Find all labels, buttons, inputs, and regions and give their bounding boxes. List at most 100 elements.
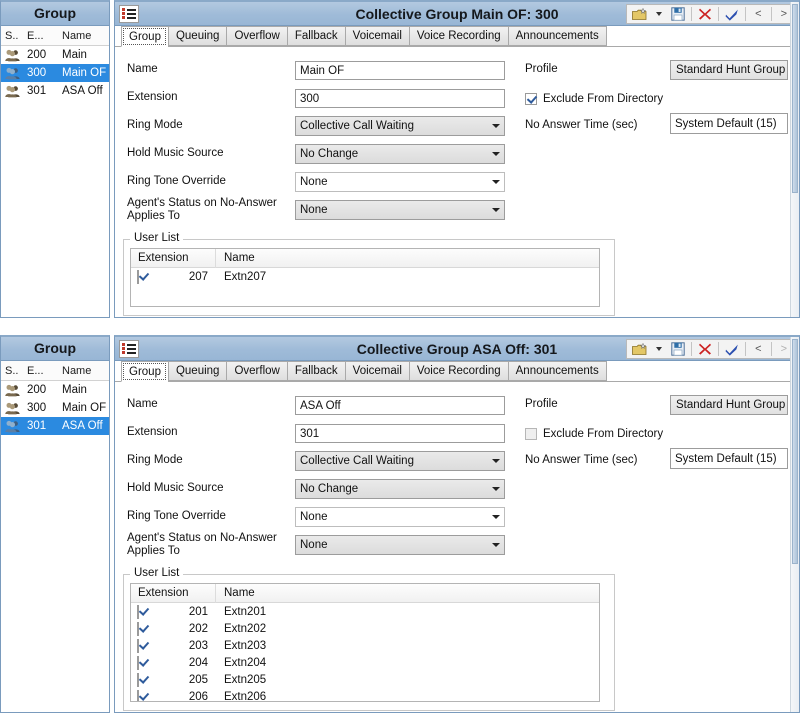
group-config-panel: Group S.. E... Name 200 Main 300 Main OF 301 ASA …: [0, 335, 800, 713]
user-list-checkbox-cell[interactable]: [131, 604, 159, 619]
user-list-table[interactable]: Extension Name 207 Extn207: [130, 248, 600, 307]
delete-button[interactable]: [695, 340, 715, 358]
save-disk-icon[interactable]: [671, 7, 685, 21]
previous-record-button[interactable]: <: [749, 8, 767, 20]
user-list-row[interactable]: 202 Extn202: [131, 620, 599, 637]
new-folder-icon[interactable]: [632, 7, 647, 21]
new-folder-icon[interactable]: [632, 342, 647, 356]
user-list-row[interactable]: 203 Extn203: [131, 637, 599, 654]
ring-tone-override-select[interactable]: None: [295, 172, 505, 192]
tab-queuing[interactable]: Queuing: [167, 26, 227, 46]
sidebar-item-name: Main OF: [62, 67, 107, 79]
profile-button[interactable]: Standard Hunt Group: [670, 395, 788, 415]
chevron-down-icon: [492, 180, 500, 184]
delete-button[interactable]: [695, 5, 715, 23]
sidebar-item-group-200[interactable]: 200 Main: [1, 381, 109, 399]
validate-button[interactable]: [722, 340, 742, 358]
blue-check-icon[interactable]: [725, 343, 739, 356]
name-input[interactable]: ASA Off: [295, 396, 505, 415]
sidebar-item-extension: 301: [27, 420, 47, 432]
agent-status-select[interactable]: None: [295, 535, 505, 555]
save-button[interactable]: [668, 340, 688, 358]
user-enabled-checkbox[interactable]: [137, 689, 139, 701]
new-button[interactable]: [629, 340, 650, 358]
tab-queuing[interactable]: Queuing: [167, 361, 227, 381]
hold-music-source-select[interactable]: No Change: [295, 144, 505, 164]
extension-input[interactable]: 301: [295, 424, 505, 443]
user-list-extension: 207: [188, 270, 208, 283]
red-x-icon[interactable]: [698, 342, 712, 356]
tab-voicemail[interactable]: Voicemail: [344, 361, 409, 381]
tab-voicemail[interactable]: Voicemail: [344, 26, 409, 46]
ring-mode-select[interactable]: Collective Call Waiting: [295, 451, 505, 471]
new-dropdown-button[interactable]: [650, 340, 668, 358]
user-list-row[interactable]: 201 Extn201: [131, 603, 599, 620]
tab-fallback[interactable]: Fallback: [286, 361, 345, 381]
user-list-checkbox-cell[interactable]: [131, 672, 159, 687]
user-list-row[interactable]: 206 Extn206: [131, 688, 599, 701]
sidebar-item-name: ASA Off: [62, 420, 103, 432]
group-icon-wrap: [1, 384, 27, 397]
user-list-row[interactable]: 204 Extn204: [131, 654, 599, 671]
user-list-checkbox-cell[interactable]: [131, 655, 159, 670]
name-input[interactable]: Main OF: [295, 61, 505, 80]
user-list-checkbox-cell[interactable]: [131, 269, 159, 284]
panel-titlebar: Collective Group Main OF: 300 < >: [115, 2, 799, 26]
sidebar-item-group-301[interactable]: 301 ASA Off: [1, 82, 109, 100]
user-enabled-checkbox[interactable]: [137, 638, 139, 653]
exclude-from-directory-checkbox[interactable]: [525, 428, 537, 440]
user-enabled-checkbox[interactable]: [137, 269, 139, 284]
vertical-scrollbar[interactable]: [790, 337, 799, 712]
tab-announcements[interactable]: Announcements: [507, 361, 607, 381]
new-button[interactable]: [629, 5, 650, 23]
user-list-checkbox-cell[interactable]: [131, 638, 159, 653]
tab-voice-recording[interactable]: Voice Recording: [408, 26, 508, 46]
tab-fallback[interactable]: Fallback: [286, 26, 345, 46]
scrollbar-thumb[interactable]: [792, 4, 798, 193]
sidebar-item-group-300[interactable]: 300 Main OF: [1, 399, 109, 417]
user-list-row[interactable]: 207 Extn207: [131, 268, 599, 285]
save-disk-icon[interactable]: [671, 342, 685, 356]
sidebar-item-group-301[interactable]: 301 ASA Off: [1, 417, 109, 435]
ring-mode-select[interactable]: Collective Call Waiting: [295, 116, 505, 136]
tab-overflow[interactable]: Overflow: [226, 361, 287, 381]
hold-music-source-select[interactable]: No Change: [295, 479, 505, 499]
user-list-header: Extension Name: [131, 249, 599, 268]
exclude-from-directory-checkbox-row[interactable]: Exclude From Directory: [525, 93, 663, 105]
no-answer-time-input[interactable]: System Default (15): [670, 113, 788, 134]
ring-tone-override-select[interactable]: None: [295, 507, 505, 527]
tab-overflow[interactable]: Overflow: [226, 26, 287, 46]
sidebar-item-group-200[interactable]: 200 Main: [1, 46, 109, 64]
agent-status-select[interactable]: None: [295, 200, 505, 220]
tab-group[interactable]: Group: [121, 26, 168, 47]
user-enabled-checkbox[interactable]: [137, 604, 139, 619]
tab-announcements[interactable]: Announcements: [507, 26, 607, 46]
validate-button[interactable]: [722, 5, 742, 23]
vertical-scrollbar[interactable]: [790, 2, 799, 317]
profile-button[interactable]: Standard Hunt Group: [670, 60, 788, 80]
exclude-from-directory-checkbox[interactable]: [525, 93, 537, 105]
tab-voice-recording[interactable]: Voice Recording: [408, 361, 508, 381]
new-dropdown-button[interactable]: [650, 5, 668, 23]
user-enabled-checkbox[interactable]: [137, 621, 139, 636]
red-x-icon[interactable]: [698, 7, 712, 21]
scrollbar-thumb[interactable]: [792, 339, 798, 564]
blue-check-icon[interactable]: [725, 8, 739, 21]
extension-input[interactable]: 300: [295, 89, 505, 108]
save-button[interactable]: [668, 5, 688, 23]
user-list-row[interactable]: 205 Extn205: [131, 671, 599, 688]
exclude-from-directory-checkbox-row[interactable]: Exclude From Directory: [525, 428, 663, 440]
chevron-down-icon: [492, 487, 500, 491]
no-answer-time-label: No Answer Time (sec): [525, 119, 638, 131]
user-list-checkbox-cell[interactable]: [131, 689, 159, 701]
sidebar-item-group-300[interactable]: 300 Main OF: [1, 64, 109, 82]
previous-record-button[interactable]: <: [749, 343, 767, 355]
chevron-down-icon: [492, 152, 500, 156]
no-answer-time-input[interactable]: System Default (15): [670, 448, 788, 469]
user-list-table[interactable]: Extension Name 201 Extn201 202 Extn202 203 Extn…: [130, 583, 600, 702]
user-enabled-checkbox[interactable]: [137, 672, 139, 687]
hold-music-source-select-value: No Change: [300, 147, 359, 160]
user-enabled-checkbox[interactable]: [137, 655, 139, 670]
tab-group[interactable]: Group: [121, 361, 168, 382]
user-list-checkbox-cell[interactable]: [131, 621, 159, 636]
